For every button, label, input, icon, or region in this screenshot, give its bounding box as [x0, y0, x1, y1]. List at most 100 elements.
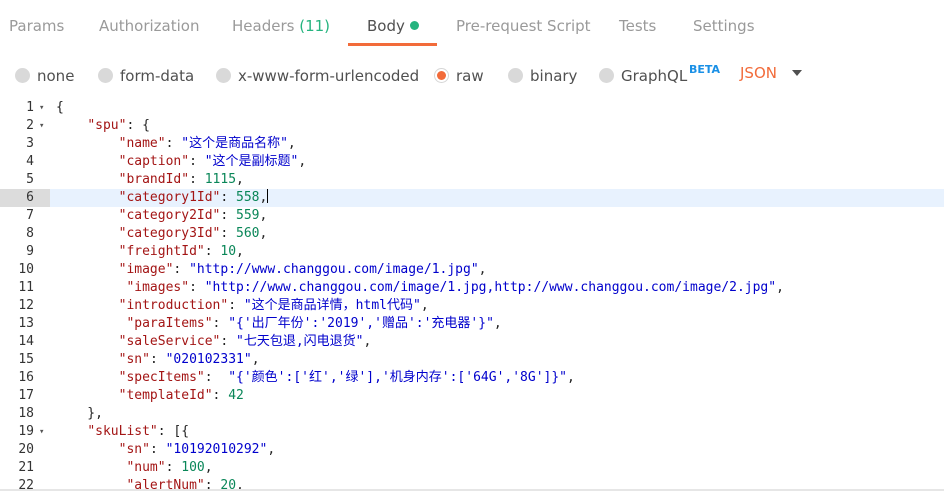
editor-line[interactable]: 21 "num": 100, [0, 459, 944, 477]
code-token: "num" [126, 460, 166, 475]
editor-line[interactable]: 9 "freightId": 10, [0, 243, 944, 261]
line-gutter: 10 [0, 261, 50, 279]
code-token: : [204, 478, 221, 489]
tab-settings[interactable]: Settings [693, 0, 755, 46]
fold-triangle-icon[interactable]: ▾ [39, 423, 44, 441]
line-gutter: 3 [0, 135, 50, 153]
editor-line[interactable]: 3 "name": "这个是商品名称", [0, 135, 944, 153]
beta-badge: BETA [689, 63, 721, 76]
editor-line[interactable]: 2 ▾ "spu": { [0, 117, 944, 135]
line-number: 2 [26, 118, 34, 133]
format-select[interactable]: JSON [740, 64, 777, 82]
editor-line[interactable]: 16 "specItems": "{'颜色':['红','绿'],'机身内存':… [0, 369, 944, 387]
code-token: "images" [126, 280, 190, 295]
editor-line[interactable]: 14 "saleService": "七天包退,闪电退货", [0, 333, 944, 351]
tab-body[interactable]: Body [367, 0, 419, 46]
editor-line[interactable]: 18 }, [0, 405, 944, 423]
code-token: "category2Id" [118, 208, 221, 223]
editor-line[interactable]: 6 "category1Id": 558, [0, 189, 944, 207]
tab-params[interactable]: Params [9, 0, 64, 46]
line-gutter: 19 ▾ [0, 423, 50, 441]
radio-circle-icon [599, 68, 614, 83]
code-text: "spu": { [56, 117, 150, 135]
code-token: "alertNum" [126, 478, 205, 489]
code-token: , [259, 226, 268, 241]
request-tabs: Params Authorization Headers (11) Body P… [0, 0, 944, 46]
code-token: 42 [228, 388, 244, 403]
editor-line[interactable]: 8 "category3Id": 560, [0, 225, 944, 243]
tab-label: Pre-request Script [456, 17, 591, 35]
line-gutter: 1 ▾ [0, 99, 50, 117]
active-tab-indicator [348, 43, 437, 46]
code-text: "name": "这个是商品名称", [56, 135, 296, 153]
code-token: "{'出厂年份':'2019','赠品':'充电器'}" [228, 316, 494, 331]
code-editor[interactable]: 1 ▾{2 ▾ "spu": {3 "name": "这个是商品名称", 4 "cap… [0, 99, 944, 489]
tab-tests[interactable]: Tests [619, 0, 656, 46]
code-token: "freightId" [118, 244, 205, 259]
text-cursor [267, 189, 269, 203]
code-token: : [220, 226, 237, 241]
line-gutter: 22 [0, 477, 50, 489]
tab-authorization[interactable]: Authorization [99, 0, 199, 46]
line-number: 8 [26, 226, 34, 241]
code-token: "这个是商品名称" [181, 136, 288, 151]
code-text: "image": "http://www.changgou.com/image/… [56, 261, 487, 279]
code-token: 558 [236, 190, 260, 205]
line-gutter: 7 [0, 207, 50, 225]
code-token: : [189, 280, 205, 295]
editor-line[interactable]: 12 "introduction": "这个是商品详情，html代码", [0, 297, 944, 315]
code-token: : [149, 442, 166, 457]
editor-line[interactable]: 17 "templateId": 42 [0, 387, 944, 405]
editor-line[interactable]: 13 "paraItems": "{'出厂年份':'2019','赠品':'充电… [0, 315, 944, 333]
code-token: : [212, 316, 229, 331]
code-token: "七天包退,闪电退货" [236, 334, 364, 349]
radio-circle-icon [98, 68, 113, 83]
code-token: "{'颜色':['红','绿'],'机身内存':['64G','8G']}" [228, 370, 568, 385]
code-token: "category3Id" [118, 226, 221, 241]
code-token: "10192010292" [165, 442, 268, 457]
fold-triangle-icon[interactable]: ▾ [39, 117, 44, 135]
line-gutter: 18 [0, 405, 50, 423]
modified-dot-icon [409, 21, 419, 30]
code-token: : [173, 262, 190, 277]
editor-line[interactable]: 19 ▾ "skuList": [{ [0, 423, 944, 441]
code-token: "020102331" [165, 352, 252, 367]
line-number: 6 [26, 190, 34, 205]
line-gutter: 2 ▾ [0, 117, 50, 135]
code-text: "templateId": 42 [56, 387, 244, 405]
tab-pre-request-script[interactable]: Pre-request Script [456, 0, 591, 46]
line-number: 20 [18, 442, 34, 457]
line-number: 19 [18, 424, 34, 439]
editor-line[interactable]: 10 "image": "http://www.changgou.com/ima… [0, 261, 944, 279]
line-number: 14 [18, 334, 34, 349]
code-token: 10 [220, 244, 237, 259]
chevron-down-icon[interactable] [792, 70, 802, 76]
editor-line[interactable]: 5 "brandId": 1115, [0, 171, 944, 189]
editor-line[interactable]: 7 "category2Id": 559, [0, 207, 944, 225]
code-text: "introduction": "这个是商品详情，html代码", [56, 297, 429, 315]
code-token: : [149, 352, 166, 367]
fold-triangle-icon[interactable]: ▾ [39, 99, 44, 117]
radio-label: GraphQL [621, 67, 688, 85]
editor-line[interactable]: 11 "images": "http://www.changgou.com/im… [0, 279, 944, 297]
editor-line[interactable]: 1 ▾{ [0, 99, 944, 117]
line-number: 12 [18, 298, 34, 313]
line-gutter: 20 [0, 441, 50, 459]
line-gutter: 13 [0, 315, 50, 333]
code-token: , [298, 154, 307, 169]
line-number: 21 [18, 460, 34, 475]
editor-line[interactable]: 22 "alertNum": 20, [0, 477, 944, 489]
tab-headers[interactable]: Headers (11) [232, 0, 330, 46]
editor-line[interactable]: 15 "sn": "020102331", [0, 351, 944, 369]
editor-line[interactable]: 20 "sn": "10192010292", [0, 441, 944, 459]
code-token: "brandId" [118, 172, 190, 187]
code-text: "num": 100, [56, 459, 212, 477]
code-token: , [287, 136, 296, 151]
code-text: "skuList": [{ [56, 423, 189, 441]
code-text: "freightId": 10, [56, 243, 244, 261]
editor-line[interactable]: 4 "caption": "这个是副标题", [0, 153, 944, 171]
